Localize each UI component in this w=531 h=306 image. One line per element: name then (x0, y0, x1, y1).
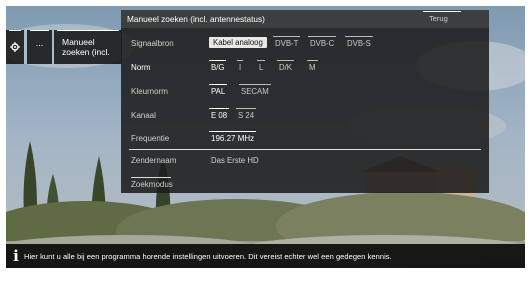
search-mode-tab[interactable]: Zoekmodus (131, 177, 173, 189)
divider (129, 149, 481, 150)
info-icon: i (13, 247, 19, 265)
option-secam[interactable]: SECAM (239, 84, 271, 96)
row-color-norm: Kleurnorm PAL SECAM (121, 84, 489, 101)
option-dvb-s[interactable]: DVB-S (345, 36, 373, 48)
more-label: ... (35, 38, 44, 48)
row-station-name: Zendernaam Das Erste HD (121, 154, 489, 170)
back-button-label: Terug (429, 14, 448, 23)
station-name-label: Zendernaam (131, 156, 177, 165)
manual-search-panel: Manueel zoeken (incl. antennestatus) Ter… (121, 10, 489, 193)
option-dvb-c[interactable]: DVB-C (308, 36, 337, 48)
info-text: Hier kunt u alle bij een programma horen… (24, 251, 392, 261)
channel-label: Kanaal (131, 111, 156, 120)
station-name-value[interactable]: Das Erste HD (211, 156, 259, 165)
option-dvb-t[interactable]: DVB-T (273, 36, 301, 48)
frequency-value[interactable]: 196.27 MHz (209, 131, 257, 143)
signal-source-label: Signaalbron (131, 39, 174, 48)
tile-indicator-line (57, 30, 119, 31)
frequency-label: Frequentie (131, 134, 170, 143)
manual-search-label-line2: zoeken (incl. (62, 47, 110, 57)
manual-search-tile-label: Manueel zoeken (incl. (62, 37, 110, 57)
row-frequency: Frequentie 196.27 MHz (121, 131, 489, 148)
search-mode-line (131, 177, 171, 178)
tile-indicator-line (30, 30, 49, 31)
info-bar: i Hier kunt u alle bij een programma hor… (6, 244, 525, 268)
option-s24[interactable]: S 24 (236, 108, 257, 120)
manual-search-label-line1: Manueel (62, 37, 95, 47)
panel-title: Manueel zoeken (incl. antennestatus) (127, 14, 265, 24)
back-button-line (423, 11, 461, 12)
panel-header: Manueel zoeken (incl. antennestatus) Ter… (121, 10, 489, 28)
search-mode-label: Zoekmodus (131, 180, 173, 189)
row-signal-source: Signaalbron Kabel analoog DVB-T DVB-C DV… (121, 36, 489, 53)
row-channel: Kanaal E 08 S 24 (121, 108, 489, 125)
option-i[interactable]: I (237, 60, 244, 72)
option-kabel-analoog[interactable]: Kabel analoog (209, 37, 267, 48)
norm-label: Norm (131, 63, 151, 72)
color-norm-label: Kleurnorm (131, 87, 168, 96)
more-tile[interactable]: ... (27, 30, 52, 64)
row-norm: Norm B/G I L D/K M (121, 60, 489, 77)
gear-icon (10, 42, 20, 52)
tile-indicator-line (9, 30, 21, 31)
option-e08[interactable]: E 08 (209, 108, 230, 120)
option-m[interactable]: M (307, 60, 318, 72)
option-pal[interactable]: PAL (209, 84, 228, 96)
manual-search-tile[interactable]: Manueel zoeken (incl. (54, 30, 122, 64)
option-l[interactable]: L (257, 60, 266, 72)
settings-tile[interactable] (6, 30, 24, 64)
option-dk[interactable]: D/K (277, 60, 294, 72)
option-bg[interactable]: B/G (209, 60, 227, 72)
back-button[interactable]: Terug (423, 11, 474, 23)
